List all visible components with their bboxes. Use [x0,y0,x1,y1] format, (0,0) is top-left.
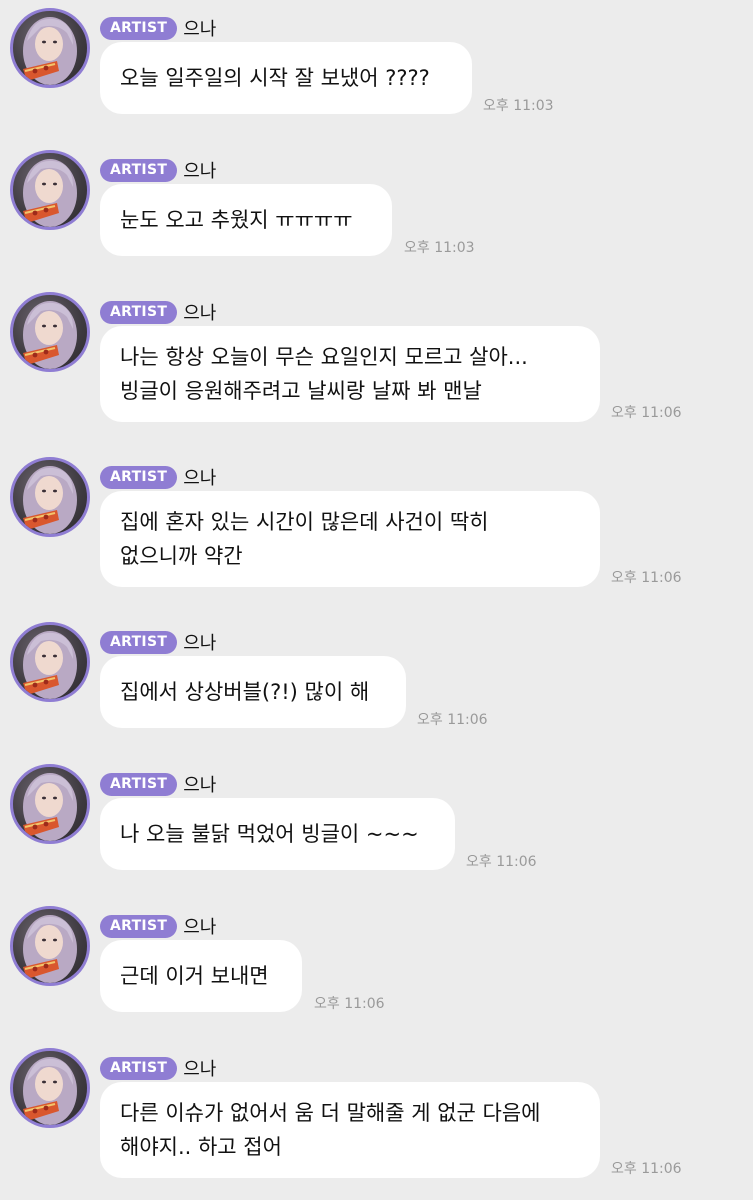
message-text: 집에 혼자 있는 시간이 많은데 사건이 딱히 없으니까 약간 [120,510,489,568]
message-header: ARTIST 으나 [100,1056,216,1080]
avatar[interactable] [10,1048,90,1128]
message-bubble[interactable]: 나 오늘 불닭 먹었어 빙글이 ~~~ [100,798,455,870]
avatar[interactable] [10,150,90,230]
avatar[interactable] [10,906,90,986]
sender-name: 으나 [183,303,217,324]
artist-badge: ARTIST [100,465,178,489]
message-text: 나 오늘 불닭 먹었어 빙글이 ~~~ [120,822,419,846]
chat-list[interactable]: ARTIST 으나 오늘 일주일의 시작 잘 보냈어 ???? 오후 11:03… [0,0,753,1200]
message-bubble[interactable]: 근데 이거 보내면 [100,940,302,1012]
message-header: ARTIST 으나 [100,772,216,796]
artist-badge: ARTIST [100,630,178,654]
artist-badge: ARTIST [100,16,178,40]
message-header: ARTIST 으나 [100,158,216,182]
profile-photo [23,159,77,227]
artist-badge: ARTIST [100,772,178,796]
profile-photo [23,301,77,369]
message-header: ARTIST 으나 [100,465,216,489]
message-time: 오후 11:06 [611,1161,682,1177]
message-bubble[interactable]: 집에 혼자 있는 시간이 많은데 사건이 딱히 없으니까 약간 [100,491,600,587]
message-time: 오후 11:03 [483,98,554,114]
message-time: 오후 11:06 [314,996,385,1012]
profile-photo [23,915,77,983]
avatar[interactable] [10,622,90,702]
profile-photo [23,1057,77,1125]
profile-photo [23,631,77,699]
avatar[interactable] [10,8,90,88]
sender-name: 으나 [183,633,217,654]
message-header: ARTIST 으나 [100,630,216,654]
message-text: 다른 이슈가 없어서 움 더 말해줄 게 없군 다음에 해야지.. 하고 접어 [120,1101,541,1159]
message-header: ARTIST 으나 [100,16,216,40]
avatar[interactable] [10,457,90,537]
sender-name: 으나 [183,161,217,182]
profile-photo [23,466,77,534]
message-text: 눈도 오고 추웠지 ㅠㅠㅠㅠ [120,208,353,232]
message-bubble[interactable]: 나는 항상 오늘이 무슨 요일인지 모르고 살아... 빙글이 응원해주려고 날… [100,326,600,422]
message-time: 오후 11:06 [611,570,682,586]
artist-badge: ARTIST [100,158,178,182]
artist-badge: ARTIST [100,1056,178,1080]
message-text: 근데 이거 보내면 [120,964,269,988]
message-text: 오늘 일주일의 시작 잘 보냈어 ???? [120,66,430,90]
avatar[interactable] [10,292,90,372]
message-time: 오후 11:03 [404,240,475,256]
sender-name: 으나 [183,775,217,796]
sender-name: 으나 [183,19,217,40]
message-header: ARTIST 으나 [100,914,216,938]
message-bubble[interactable]: 집에서 상상버블(?!) 많이 해 [100,656,406,728]
profile-photo [23,773,77,841]
message-text: 나는 항상 오늘이 무슨 요일인지 모르고 살아... 빙글이 응원해주려고 날… [120,345,528,403]
artist-badge: ARTIST [100,300,178,324]
profile-photo [23,17,77,85]
message-bubble[interactable]: 오늘 일주일의 시작 잘 보냈어 ???? [100,42,472,114]
artist-badge: ARTIST [100,914,178,938]
message-header: ARTIST 으나 [100,300,216,324]
message-bubble[interactable]: 다른 이슈가 없어서 움 더 말해줄 게 없군 다음에 해야지.. 하고 접어 [100,1082,600,1178]
message-time: 오후 11:06 [417,712,488,728]
sender-name: 으나 [183,468,217,489]
sender-name: 으나 [183,1059,217,1080]
message-bubble[interactable]: 눈도 오고 추웠지 ㅠㅠㅠㅠ [100,184,392,256]
avatar[interactable] [10,764,90,844]
message-time: 오후 11:06 [611,405,682,421]
message-text: 집에서 상상버블(?!) 많이 해 [120,680,370,704]
sender-name: 으나 [183,917,217,938]
message-time: 오후 11:06 [466,854,537,870]
